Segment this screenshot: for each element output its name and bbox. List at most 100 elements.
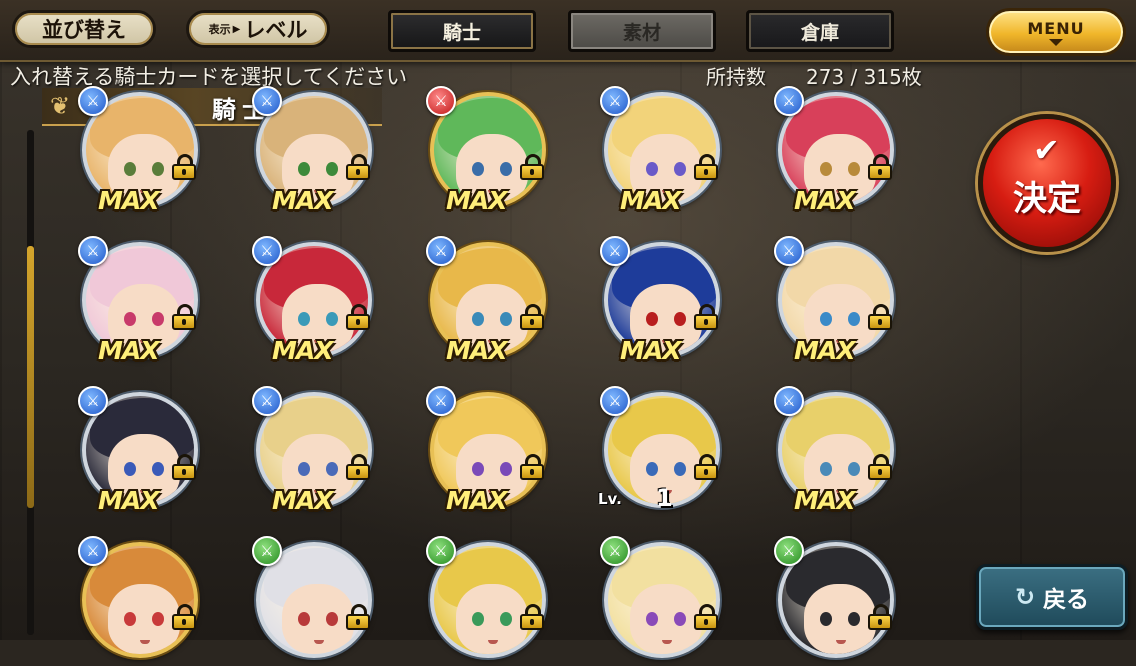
attribute-sword-icon: ⚔: [600, 236, 630, 266]
portrait-eye: [820, 312, 832, 326]
knight-card[interactable]: ⚔ MAX: [598, 236, 728, 366]
max-level-label: MAX: [446, 186, 508, 215]
portrait-eye: [152, 312, 164, 326]
attribute-sword-icon: ⚔: [78, 236, 108, 266]
portrait-eye: [326, 312, 338, 326]
portrait-eye: [124, 312, 136, 326]
knight-card[interactable]: ⚔ MAX: [772, 236, 902, 366]
attribute-sword-icon: ⚔: [426, 386, 456, 416]
knight-card[interactable]: ⚔ MAX: [772, 86, 902, 216]
lock-icon: [868, 604, 892, 630]
lock-icon: [694, 304, 718, 330]
knight-card[interactable]: ⚔: [250, 536, 380, 666]
attribute-sword-icon: ⚔: [426, 536, 456, 566]
attribute-sword-icon: ⚔: [600, 86, 630, 116]
lock-icon: [172, 604, 196, 630]
knight-card[interactable]: ⚔: [76, 536, 206, 666]
portrait-eye: [152, 462, 164, 476]
lock-icon: [346, 304, 370, 330]
portrait-eye: [674, 612, 686, 626]
attribute-sword-icon: ⚔: [774, 536, 804, 566]
portrait-eye: [298, 312, 310, 326]
knight-card[interactable]: ⚔ MAX: [424, 386, 554, 516]
max-level-label: MAX: [446, 486, 508, 515]
portrait-eye: [820, 162, 832, 176]
lock-icon: [172, 154, 196, 180]
back-button[interactable]: ↻ 戻る: [976, 564, 1128, 630]
knight-card[interactable]: ⚔ MAX: [424, 236, 554, 366]
portrait-eye: [848, 612, 860, 626]
attribute-sword-icon: ⚔: [600, 386, 630, 416]
attribute-sword-icon: ⚔: [426, 86, 456, 116]
portrait-eye: [124, 462, 136, 476]
knight-card[interactable]: ⚔ MAX: [250, 236, 380, 366]
knight-card-grid: ⚔ MAX ⚔ MAX ⚔ MAX ⚔ MAX ⚔ MAX ⚔ MAX ⚔ MAX ⚔ MAX ⚔ MAX ⚔ MAX…: [0, 0, 960, 658]
knight-card[interactable]: ⚔: [598, 536, 728, 666]
knight-card[interactable]: ⚔ MAX: [250, 386, 380, 516]
attribute-sword-icon: ⚔: [774, 86, 804, 116]
max-level-label: MAX: [620, 336, 682, 365]
decide-button[interactable]: ✔ 決定: [978, 114, 1116, 252]
portrait-eye: [848, 312, 860, 326]
max-level-label: MAX: [272, 336, 334, 365]
return-arrow-icon: ↻: [1014, 583, 1036, 611]
portrait-eye: [848, 162, 860, 176]
max-level-label: MAX: [794, 186, 856, 215]
knight-card[interactable]: ⚔ MAX: [598, 86, 728, 216]
knight-card[interactable]: ⚔: [772, 536, 902, 666]
portrait-eye: [124, 162, 136, 176]
chevron-down-icon: [1049, 38, 1063, 46]
portrait-eye: [298, 162, 310, 176]
portrait-eye: [124, 612, 136, 626]
portrait-eye: [820, 612, 832, 626]
menu-button[interactable]: MENU: [986, 8, 1126, 56]
attribute-sword-icon: ⚔: [252, 536, 282, 566]
lock-icon: [346, 154, 370, 180]
portrait-eye: [848, 462, 860, 476]
knight-card[interactable]: ⚔ Lv. 1: [598, 386, 728, 516]
knight-card[interactable]: ⚔ MAX: [250, 86, 380, 216]
lock-icon: [346, 604, 370, 630]
back-label: 戻る: [1043, 587, 1090, 613]
attribute-sword-icon: ⚔: [774, 236, 804, 266]
attribute-sword-icon: ⚔: [78, 536, 108, 566]
portrait-eye: [646, 612, 658, 626]
portrait-eye: [674, 162, 686, 176]
portrait-eye: [298, 612, 310, 626]
knight-card[interactable]: ⚔: [424, 536, 554, 666]
max-level-label: MAX: [794, 336, 856, 365]
lock-icon: [520, 604, 544, 630]
max-level-label: MAX: [620, 186, 682, 215]
attribute-sword-icon: ⚔: [78, 386, 108, 416]
lock-icon: [520, 454, 544, 480]
max-level-label: MAX: [272, 486, 334, 515]
portrait-eye: [646, 162, 658, 176]
portrait-eye: [472, 312, 484, 326]
knight-card[interactable]: ⚔ MAX: [772, 386, 902, 516]
knight-card[interactable]: ⚔ MAX: [76, 86, 206, 216]
level-prefix: Lv.: [598, 490, 622, 508]
attribute-sword-icon: ⚔: [252, 236, 282, 266]
attribute-sword-icon: ⚔: [252, 86, 282, 116]
max-level-label: MAX: [794, 486, 856, 515]
portrait-eye: [500, 612, 512, 626]
knight-card[interactable]: ⚔ MAX: [424, 86, 554, 216]
lock-icon: [172, 304, 196, 330]
portrait-eye: [326, 612, 338, 626]
knight-card[interactable]: ⚔ MAX: [76, 236, 206, 366]
portrait-eye: [298, 462, 310, 476]
knight-card[interactable]: ⚔ MAX: [76, 386, 206, 516]
attribute-sword-icon: ⚔: [78, 86, 108, 116]
lock-icon: [694, 604, 718, 630]
attribute-sword-icon: ⚔: [600, 536, 630, 566]
portrait-eye: [326, 462, 338, 476]
menu-label: MENU: [1027, 18, 1085, 38]
portrait-eye: [326, 162, 338, 176]
portrait-eye: [472, 462, 484, 476]
portrait-eye: [646, 462, 658, 476]
portrait-eye: [500, 162, 512, 176]
lock-icon: [694, 454, 718, 480]
portrait-eye: [472, 612, 484, 626]
portrait-eye: [152, 612, 164, 626]
lock-icon: [868, 154, 892, 180]
